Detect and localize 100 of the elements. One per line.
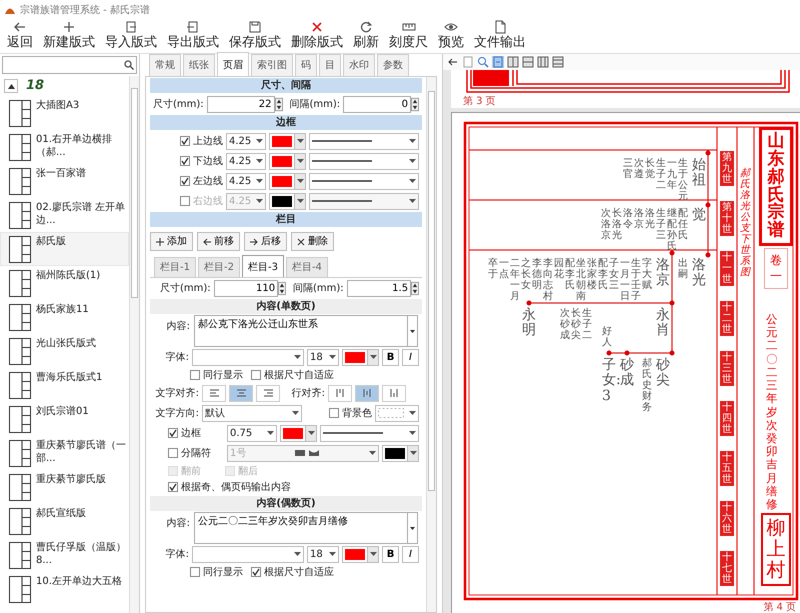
column-tab[interactable]: 栏目-4 (286, 257, 328, 277)
layout-list-item[interactable]: 郝氏宣纸版 (0, 504, 129, 538)
width-dropdown[interactable]: 4.25 (226, 172, 266, 190)
color-swatch[interactable] (272, 136, 292, 146)
layout-list-item[interactable]: 重庆綦节廖氏谱（一部... (0, 436, 129, 470)
italic-button[interactable]: I (402, 546, 419, 562)
column-action-button[interactable]: 删除 (291, 232, 334, 251)
layout-list-item[interactable]: 刘氏宗谱01 (0, 402, 129, 436)
line-style-dropdown[interactable] (309, 172, 419, 190)
color-swatch[interactable] (345, 548, 365, 560)
column-action-button[interactable]: 添加 (150, 232, 193, 251)
align-button[interactable] (229, 384, 253, 402)
layout-list-item[interactable]: 大插图A3 (0, 96, 129, 130)
color-swatch[interactable] (272, 196, 292, 206)
color-swatch[interactable] (272, 176, 292, 186)
dropdown-button[interactable] (407, 512, 418, 544)
spinner-icon[interactable] (411, 96, 419, 112)
align-button[interactable] (355, 384, 379, 402)
width-dropdown[interactable]: 4.25 (226, 152, 266, 170)
settings-tab[interactable]: 码 (295, 54, 317, 76)
checkbox[interactable] (168, 482, 178, 492)
layout-list-item[interactable]: 张一百家谱 (0, 164, 129, 198)
width-dropdown[interactable]: 4.25 (226, 132, 266, 150)
color-swatch[interactable] (345, 352, 365, 362)
content-field[interactable]: 公元二〇二三年岁次癸卯吉月缮修 (194, 512, 407, 544)
color-picker[interactable] (269, 152, 306, 170)
color-picker[interactable] (342, 546, 379, 562)
checkbox[interactable] (168, 428, 178, 438)
background-color-picker[interactable] (375, 404, 419, 422)
column-tab[interactable]: 栏目-2 (198, 257, 240, 277)
checkbox[interactable] (180, 136, 190, 146)
line-style-dropdown[interactable] (320, 424, 419, 442)
layout-list-item[interactable]: 福州陈氏版(1) (0, 266, 129, 300)
content-field[interactable]: 郝公克下洛光公迁山东世系 (194, 315, 407, 347)
layout-list-item[interactable]: 光山张氏版式 (0, 334, 129, 368)
toolbar-button[interactable]: 导入版式 (102, 20, 160, 49)
checkbox[interactable] (329, 408, 339, 418)
toolbar-button[interactable]: 保存版式 (226, 20, 284, 49)
layout-list-item[interactable]: 曹海乐氏版式1 (0, 368, 129, 402)
toolbar-button[interactable]: 新建版式 (40, 20, 98, 49)
layout-list-item[interactable]: 重庆綦节廖氏版 (0, 470, 129, 504)
column-tab[interactable]: 栏目-3 (242, 255, 284, 277)
settings-tab[interactable]: 参数 (377, 54, 409, 76)
toolbar-button[interactable]: 文件输出 (471, 20, 529, 49)
toolbar-button[interactable]: 刻度尺 (386, 20, 431, 49)
bold-button[interactable]: B (382, 546, 399, 562)
expand-button[interactable] (4, 79, 18, 93)
checkbox[interactable] (180, 196, 190, 206)
align-button[interactable] (256, 384, 280, 402)
number-field[interactable]: 110 (214, 280, 278, 296)
font-size-dropdown[interactable]: 18 (307, 546, 339, 562)
column-tab[interactable]: 栏目-1 (154, 257, 196, 277)
layout-list-item[interactable]: 10.左开单边大五格 (0, 572, 129, 606)
color-swatch[interactable] (283, 428, 303, 438)
spinner-icon[interactable] (411, 280, 419, 296)
checkbox[interactable] (190, 370, 200, 380)
scrollbar-thumb[interactable] (131, 88, 138, 298)
font-size-dropdown[interactable]: 18 (307, 348, 339, 366)
toolbar-button[interactable]: 导出版式 (164, 20, 222, 49)
settings-tab[interactable]: 纸张 (183, 54, 215, 76)
line-style-dropdown[interactable] (309, 132, 419, 150)
preview-tool-button[interactable] (507, 56, 519, 68)
settings-tab[interactable]: 页眉 (217, 52, 249, 76)
direction-dropdown[interactable]: 默认 (202, 404, 302, 422)
color-picker[interactable] (382, 444, 419, 462)
checkbox[interactable] (168, 448, 178, 458)
color-picker[interactable] (269, 172, 306, 190)
scrollbar[interactable] (129, 76, 139, 613)
preview-tool-button[interactable] (522, 56, 534, 68)
checkbox[interactable] (180, 156, 190, 166)
italic-button[interactable]: I (402, 348, 419, 366)
layout-list-item[interactable]: 02.廖氏宗谱 左开单边... (0, 198, 129, 232)
number-field[interactable]: 0 (343, 96, 412, 112)
search-field[interactable] (2, 56, 137, 74)
line-style-dropdown[interactable] (309, 192, 419, 210)
number-field[interactable]: 22 (206, 96, 275, 112)
align-button[interactable] (202, 384, 226, 402)
checkbox[interactable] (180, 176, 190, 186)
scrollbar-thumb[interactable] (428, 91, 435, 491)
settings-tab[interactable]: 目 (319, 54, 341, 76)
layout-list-item[interactable]: 杨氏家族11 (0, 300, 129, 334)
toolbar-button[interactable]: 预览 (435, 20, 467, 49)
color-swatch[interactable] (272, 156, 292, 166)
column-action-button[interactable]: 前移 (197, 232, 240, 251)
number-field[interactable]: 1.5 (346, 280, 412, 296)
color-swatch[interactable] (385, 448, 405, 458)
spinner-icon[interactable] (278, 280, 286, 296)
dropdown-button[interactable] (407, 315, 418, 347)
layout-list-item[interactable]: 01.右开单边横排（郝... (0, 130, 129, 164)
align-button[interactable] (328, 384, 352, 402)
color-picker[interactable] (342, 348, 379, 366)
bold-button[interactable]: B (382, 348, 399, 366)
layout-list-item[interactable]: 郝氏版 (0, 232, 129, 266)
align-button[interactable] (382, 384, 406, 402)
width-dropdown[interactable]: 0.75 (227, 424, 277, 442)
scrollbar[interactable] (426, 77, 436, 612)
checkbox[interactable] (251, 567, 261, 577)
toolbar-button[interactable]: 刷新 (350, 20, 382, 49)
checkbox[interactable] (190, 567, 200, 577)
preview-tool-button[interactable] (552, 56, 564, 68)
